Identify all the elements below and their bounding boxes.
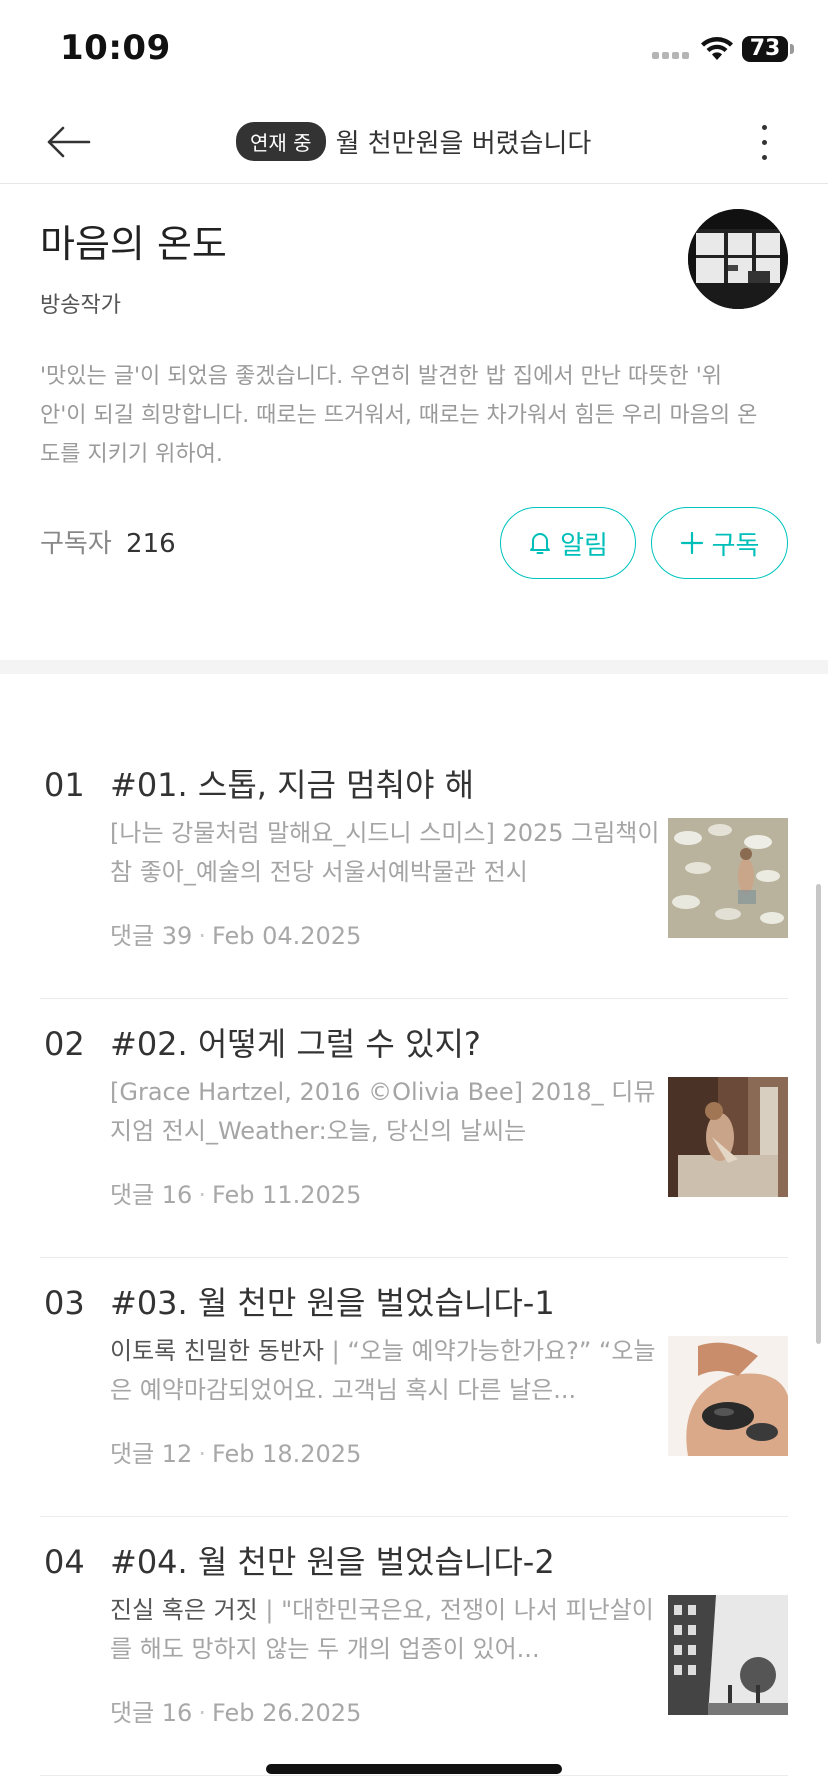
wifi-icon	[701, 37, 733, 60]
episode-title[interactable]: #04. 월 천만 원을 벌었습니다-2	[110, 1537, 555, 1583]
episode-comments: 댓글 16	[110, 1181, 193, 1209]
list-item[interactable]: 04 #04. 월 천만 원을 벌었습니다-2 진실 혹은 거짓 | "대한민국…	[40, 1517, 788, 1776]
episode-date: Feb 04.2025	[211, 922, 362, 950]
bell-icon	[530, 533, 551, 554]
episode-excerpt: [Grace Hartzel, 2016 ©Olivia Bee] 2018_ …	[110, 1073, 660, 1151]
subscriber-label: 구독자	[40, 529, 112, 559]
page-title: 월 천만원을 버렸습니다	[335, 129, 592, 159]
episode-excerpt: [나는 강물처럼 말해요_시드니 스미스] 2025 그림책이 참 좋아_예술의…	[110, 814, 660, 892]
episode-thumbnail[interactable]	[668, 1077, 788, 1197]
status-time: 10:09	[60, 28, 171, 68]
episode-excerpt: 이토록 친밀한 동반자 | “오늘 예약가능한가요?” “오늘은 예약마감되었어…	[110, 1332, 660, 1410]
episode-title[interactable]: #03. 월 천만 원을 벌었습니다-1	[110, 1278, 555, 1324]
author-description: '맛있는 글'이 되었음 좋겠습니다. 우연히 발견한 밥 집에서 만난 따뜻한…	[40, 364, 758, 467]
episode-title[interactable]: #02. 어떻게 그럴 수 있지?	[110, 1019, 481, 1065]
status-bar: 10:09 73	[0, 0, 828, 100]
episode-meta: 댓글 16 · Feb 11.2025	[110, 1181, 362, 1209]
episode-excerpt-emph: 진실 혹은 거짓	[110, 1596, 258, 1624]
serial-status-badge: 연재 중	[236, 122, 326, 161]
episode-date: Feb 18.2025	[211, 1440, 362, 1468]
list-item[interactable]: 02 #02. 어떻게 그럴 수 있지? [Grace Hartzel, 201…	[40, 999, 788, 1258]
episode-list: 01 #01. 스톱, 지금 멈춰야 해 [나는 강물처럼 말해요_시드니 스미…	[40, 740, 788, 1776]
more-vertical-icon[interactable]	[744, 114, 784, 170]
header-center: 연재 중 월 천만원을 버렸습니다	[236, 122, 591, 161]
episode-thumbnail[interactable]	[668, 818, 788, 938]
episode-comments: 댓글 12	[110, 1440, 193, 1468]
battery-icon: 73	[742, 36, 788, 62]
subscriber-count: 구독자 216	[40, 523, 176, 560]
list-item[interactable]: 01 #01. 스톱, 지금 멈춰야 해 [나는 강물처럼 말해요_시드니 스미…	[40, 740, 788, 999]
subscribe-button[interactable]: 구독	[651, 507, 788, 579]
episode-excerpt-text: [나는 강물처럼 말해요_시드니 스미스] 2025 그림책이 참 좋아_예술의…	[110, 819, 660, 886]
episode-number: 04	[44, 1543, 85, 1581]
app-header: 연재 중 월 천만원을 버렸습니다	[0, 100, 828, 184]
episode-number: 02	[44, 1025, 85, 1063]
episode-number: 01	[44, 766, 85, 804]
episode-comments: 댓글 16	[110, 1699, 193, 1727]
list-item[interactable]: 03 #03. 월 천만 원을 벌었습니다-1 이토록 친밀한 동반자 | “오…	[40, 1258, 788, 1517]
subscribe-label: 구독	[711, 530, 760, 561]
episode-date: Feb 26.2025	[211, 1699, 362, 1727]
author-role: 방송작가	[40, 293, 121, 318]
episode-excerpt-emph: 이토록 친밀한 동반자	[110, 1337, 324, 1365]
author-name[interactable]: 마음의 온도	[40, 213, 227, 268]
episode-meta: 댓글 16 · Feb 26.2025	[110, 1699, 362, 1727]
alarm-label: 알림	[560, 530, 608, 561]
arrow-left-icon	[47, 126, 91, 158]
back-button[interactable]	[40, 114, 96, 170]
plus-icon	[680, 531, 703, 555]
episode-excerpt-text: [Grace Hartzel, 2016 ©Olivia Bee] 2018_ …	[110, 1078, 656, 1145]
episode-meta: 댓글 39 · Feb 04.2025	[110, 922, 362, 950]
signal-dots-icon	[652, 52, 692, 62]
scrollbar[interactable]	[816, 884, 821, 1344]
episode-thumbnail[interactable]	[668, 1336, 788, 1456]
subscriber-number: 216	[126, 529, 176, 559]
episode-number: 03	[44, 1284, 85, 1322]
episode-excerpt: 진실 혹은 거짓 | "대한민국은요, 전쟁이 나서 피난살이를 해도 망하지 …	[110, 1591, 660, 1669]
episode-thumbnail[interactable]	[668, 1595, 788, 1715]
episode-meta: 댓글 12 · Feb 18.2025	[110, 1440, 362, 1468]
episode-title[interactable]: #01. 스톱, 지금 멈춰야 해	[110, 760, 474, 806]
episode-comments: 댓글 39	[110, 922, 193, 950]
home-indicator	[266, 1764, 562, 1774]
author-section: 마음의 온도 방송작가 '맛있는 글'이 되었음 좋겠습니다. 우연히 발견한 …	[0, 185, 828, 660]
battery-tip	[790, 44, 794, 54]
episode-date: Feb 11.2025	[211, 1181, 362, 1209]
alarm-button[interactable]: 알림	[500, 507, 636, 579]
avatar[interactable]	[688, 209, 788, 309]
section-divider	[0, 660, 828, 674]
